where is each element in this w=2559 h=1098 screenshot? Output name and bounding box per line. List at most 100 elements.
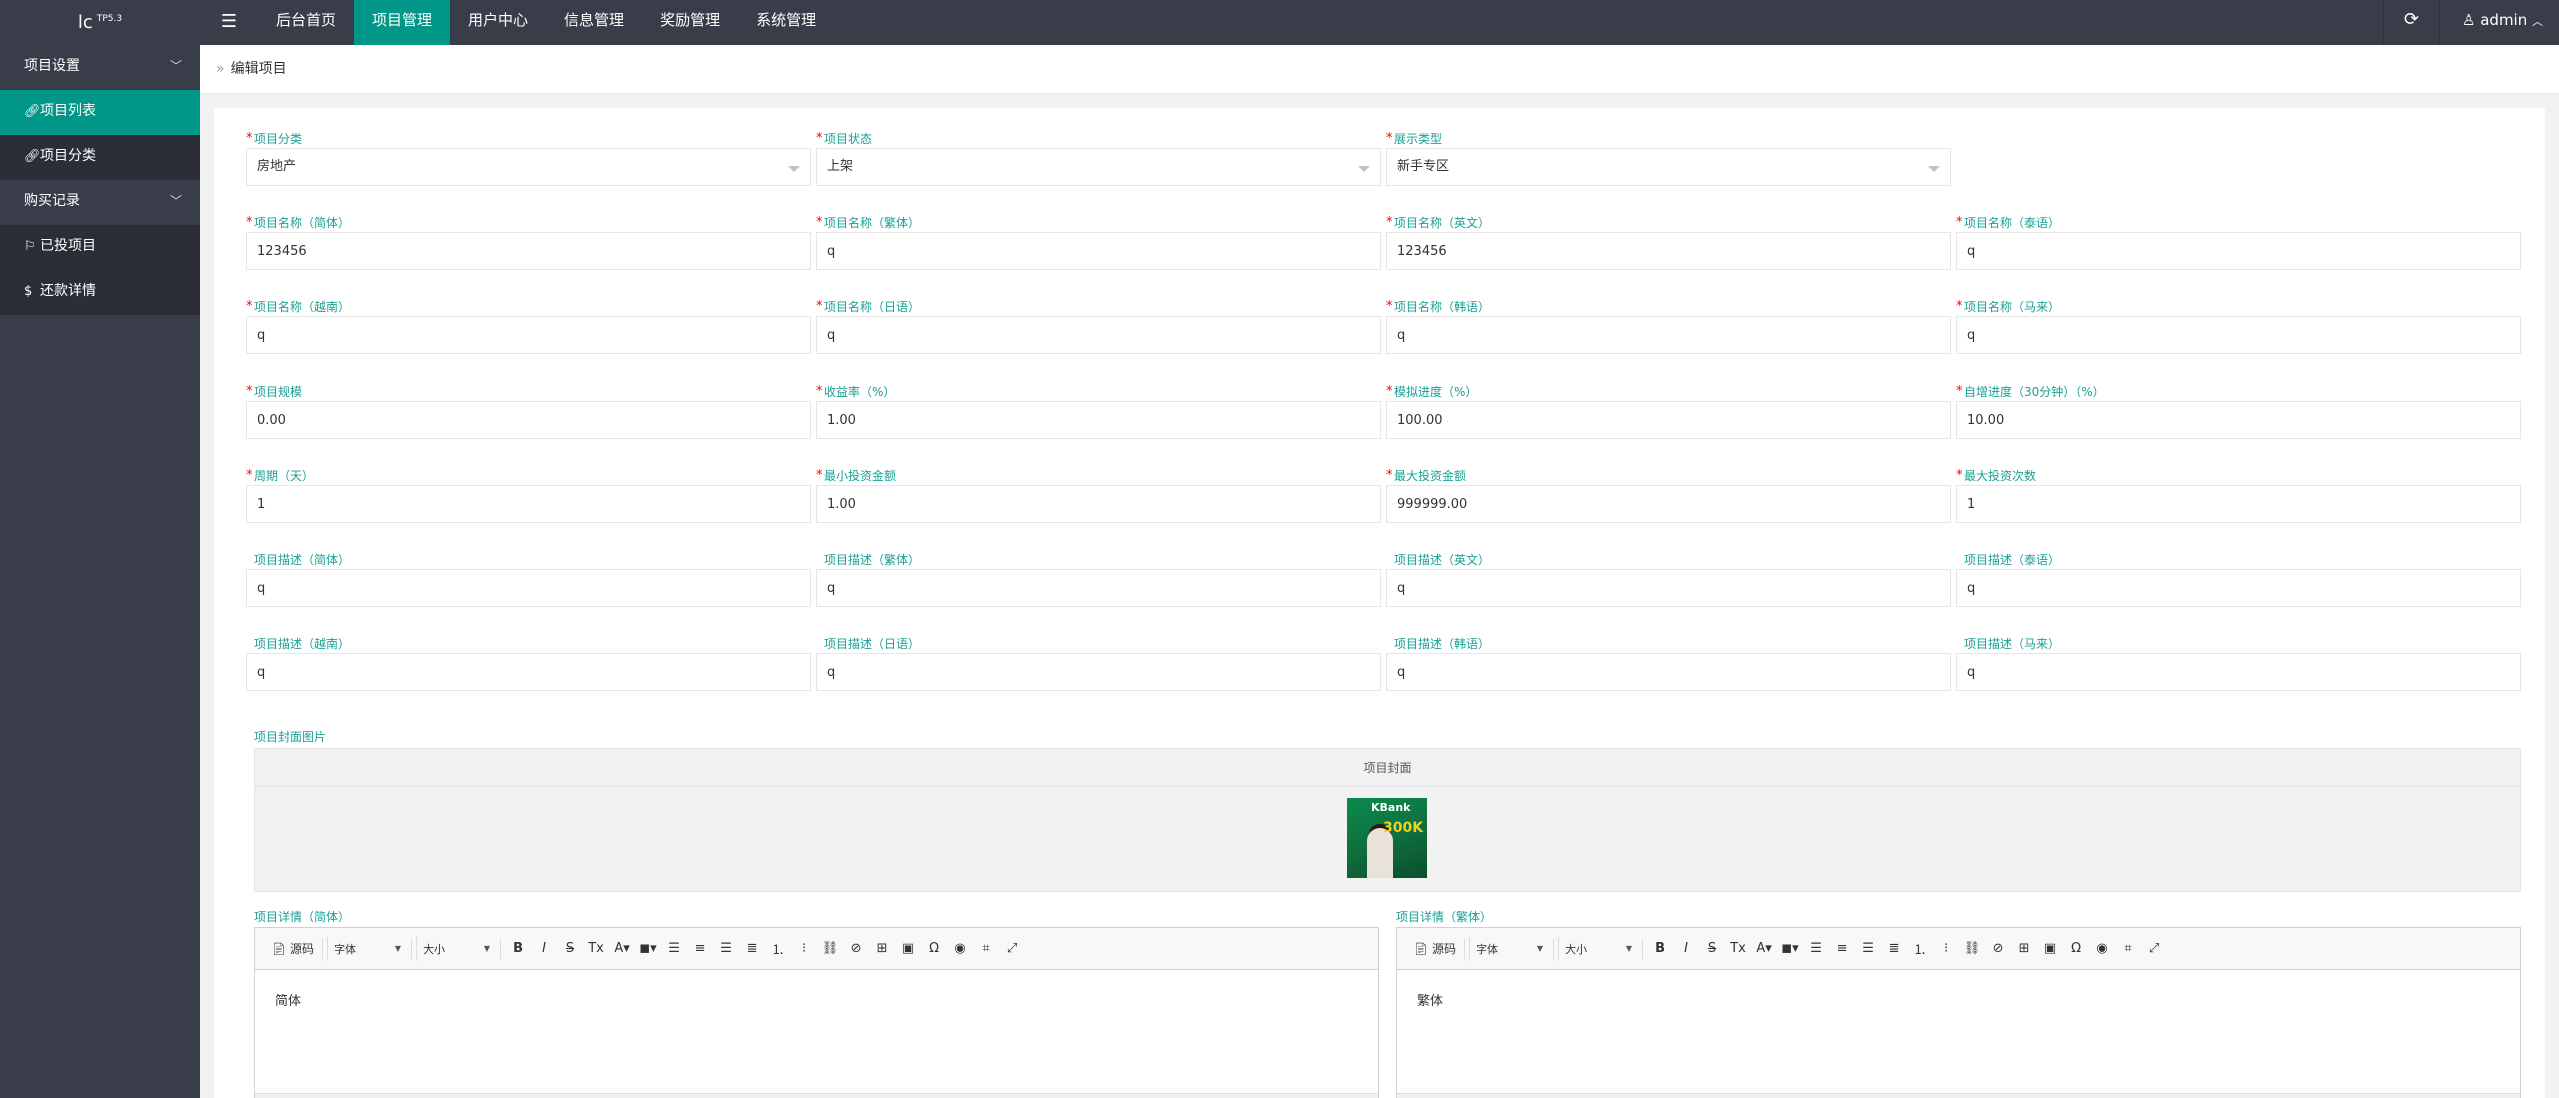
user-menu[interactable]: ♙ admin ︿ bbox=[2439, 0, 2559, 45]
align-left-icon[interactable]: ☰ bbox=[661, 937, 687, 961]
code-icon[interactable]: ⌗ bbox=[2115, 937, 2141, 961]
text-input[interactable] bbox=[1956, 401, 2521, 439]
text-input[interactable] bbox=[246, 401, 811, 439]
nav-item-info[interactable]: 信息管理 bbox=[546, 0, 642, 45]
text-color-icon[interactable]: A▾ bbox=[609, 937, 635, 961]
font-select[interactable]: 字体 ▼ bbox=[1469, 936, 1549, 961]
text-input[interactable] bbox=[1956, 232, 2521, 270]
cover-image[interactable]: KBank 300K bbox=[1347, 798, 1427, 878]
bullet-list-icon[interactable]: ⁝ bbox=[1933, 937, 1959, 961]
italic-icon[interactable]: I bbox=[1673, 937, 1699, 961]
text-input[interactable] bbox=[246, 232, 811, 270]
nav-item-project[interactable]: 项目管理 bbox=[354, 0, 451, 45]
text-input[interactable] bbox=[816, 401, 1381, 439]
strikethrough-icon[interactable]: S bbox=[557, 937, 583, 961]
display-type-select[interactable]: 新手专区 bbox=[1386, 148, 1951, 186]
bold-icon[interactable]: B bbox=[1647, 937, 1673, 961]
table-icon[interactable]: ⊞ bbox=[2011, 937, 2037, 961]
size-select[interactable]: 大小 ▼ bbox=[416, 936, 496, 961]
table-icon[interactable]: ⊞ bbox=[869, 937, 895, 961]
special-char-icon[interactable]: Ω bbox=[2063, 937, 2089, 961]
form-field: 项目描述（简体） bbox=[246, 551, 811, 607]
editor-content[interactable]: 繁体 bbox=[1397, 970, 2520, 1029]
bg-color-icon[interactable]: ◼▾ bbox=[1777, 937, 1803, 961]
text-input[interactable] bbox=[1386, 232, 1951, 270]
text-input[interactable] bbox=[816, 485, 1381, 523]
sidebar-item-repayment[interactable]: $ 还款详情 bbox=[0, 270, 200, 315]
emoji-icon[interactable]: ◉ bbox=[2089, 937, 2115, 961]
align-center-icon[interactable]: ≡ bbox=[687, 937, 713, 961]
special-char-icon[interactable]: Ω bbox=[921, 937, 947, 961]
emoji-icon[interactable]: ◉ bbox=[947, 937, 973, 961]
sidebar-item-project-category[interactable]: 🔗︎项目分类 bbox=[0, 135, 200, 180]
nav-item-home[interactable]: 后台首页 bbox=[258, 0, 354, 45]
unlink-icon[interactable]: ⊘ bbox=[843, 937, 869, 961]
sidebar-item-project-list[interactable]: 🔗︎项目列表 bbox=[0, 90, 200, 135]
sidebar-group-purchase-records[interactable]: 购买记录 ﹀ bbox=[0, 180, 200, 225]
text-input[interactable] bbox=[1386, 401, 1951, 439]
align-right-icon[interactable]: ☰ bbox=[1855, 937, 1881, 961]
link-icon[interactable]: ⛓ bbox=[1959, 937, 1985, 961]
sidebar-group-project-settings[interactable]: 项目设置 ﹀ bbox=[0, 45, 200, 90]
size-select[interactable]: 大小 ▼ bbox=[1558, 936, 1638, 961]
fullscreen-icon[interactable]: ⤢ bbox=[2141, 937, 2167, 961]
nav-item-rewards[interactable]: 奖励管理 bbox=[642, 0, 738, 45]
nav-item-users[interactable]: 用户中心 bbox=[450, 0, 546, 45]
cover-upload-area[interactable]: 项目封面 KBank 300K bbox=[254, 748, 2521, 892]
text-input[interactable] bbox=[246, 485, 811, 523]
align-justify-icon[interactable]: ≣ bbox=[739, 937, 765, 961]
clear-format-icon[interactable]: Tx bbox=[1725, 937, 1751, 961]
editor-content[interactable]: 简体 bbox=[255, 970, 1378, 1029]
text-input[interactable] bbox=[816, 316, 1381, 354]
form-field: * 项目规模 bbox=[246, 383, 811, 439]
text-input[interactable] bbox=[816, 653, 1381, 691]
text-input[interactable] bbox=[246, 569, 811, 607]
text-input[interactable] bbox=[1956, 485, 2521, 523]
text-input[interactable] bbox=[816, 232, 1381, 270]
link-icon[interactable]: ⛓ bbox=[817, 937, 843, 961]
text-input[interactable] bbox=[1956, 653, 2521, 691]
flag-icon: ⚐ bbox=[24, 239, 36, 254]
align-justify-icon[interactable]: ≣ bbox=[1881, 937, 1907, 961]
text-input[interactable] bbox=[1386, 653, 1951, 691]
logo[interactable]: lc TP5.3 bbox=[0, 0, 200, 45]
text-input[interactable] bbox=[1956, 569, 2521, 607]
text-input[interactable] bbox=[1386, 485, 1951, 523]
text-input[interactable] bbox=[246, 653, 811, 691]
ordered-list-icon[interactable]: ⒈ bbox=[1907, 937, 1933, 961]
italic-icon[interactable]: I bbox=[531, 937, 557, 961]
text-input[interactable] bbox=[816, 569, 1381, 607]
image-icon[interactable]: ▣ bbox=[2037, 937, 2063, 961]
source-button[interactable]: 📄︎ 源码 bbox=[1409, 937, 1460, 961]
source-button[interactable]: 📄︎ 源码 bbox=[267, 937, 318, 961]
text-input[interactable] bbox=[246, 316, 811, 354]
text-input[interactable] bbox=[1386, 569, 1951, 607]
text-input[interactable] bbox=[1386, 316, 1951, 354]
text-input[interactable] bbox=[1956, 316, 2521, 354]
refresh-icon[interactable]: ⟳ bbox=[2383, 0, 2439, 45]
code-icon[interactable]: ⌗ bbox=[973, 937, 999, 961]
form-field: * 项目名称（韩语） bbox=[1386, 298, 1951, 354]
sidebar-item-invested[interactable]: ⚐ 已投项目 bbox=[0, 225, 200, 270]
font-select[interactable]: 字体 ▼ bbox=[327, 936, 407, 961]
image-icon[interactable]: ▣ bbox=[895, 937, 921, 961]
fullscreen-icon[interactable]: ⤢ bbox=[999, 937, 1025, 961]
bold-icon[interactable]: B bbox=[505, 937, 531, 961]
clear-format-icon[interactable]: Tx bbox=[583, 937, 609, 961]
align-right-icon[interactable]: ☰ bbox=[713, 937, 739, 961]
strikethrough-icon[interactable]: S bbox=[1699, 937, 1725, 961]
caret-down-icon: ▼ bbox=[1625, 944, 1633, 953]
project-status-select[interactable]: 上架 bbox=[816, 148, 1381, 186]
menu-icon[interactable]: ☰ bbox=[205, 0, 253, 45]
align-center-icon[interactable]: ≡ bbox=[1829, 937, 1855, 961]
ordered-list-icon[interactable]: ⒈ bbox=[765, 937, 791, 961]
text-color-icon[interactable]: A▾ bbox=[1751, 937, 1777, 961]
align-left-icon[interactable]: ☰ bbox=[1803, 937, 1829, 961]
project-category-select[interactable]: 房地产 bbox=[246, 148, 811, 186]
unlink-icon[interactable]: ⊘ bbox=[1985, 937, 2011, 961]
required-mark: * bbox=[816, 299, 823, 314]
nav-item-system[interactable]: 系统管理 bbox=[738, 0, 834, 45]
form-field: * 模拟进度（%） bbox=[1386, 383, 1951, 439]
bullet-list-icon[interactable]: ⁝ bbox=[791, 937, 817, 961]
bg-color-icon[interactable]: ◼▾ bbox=[635, 937, 661, 961]
